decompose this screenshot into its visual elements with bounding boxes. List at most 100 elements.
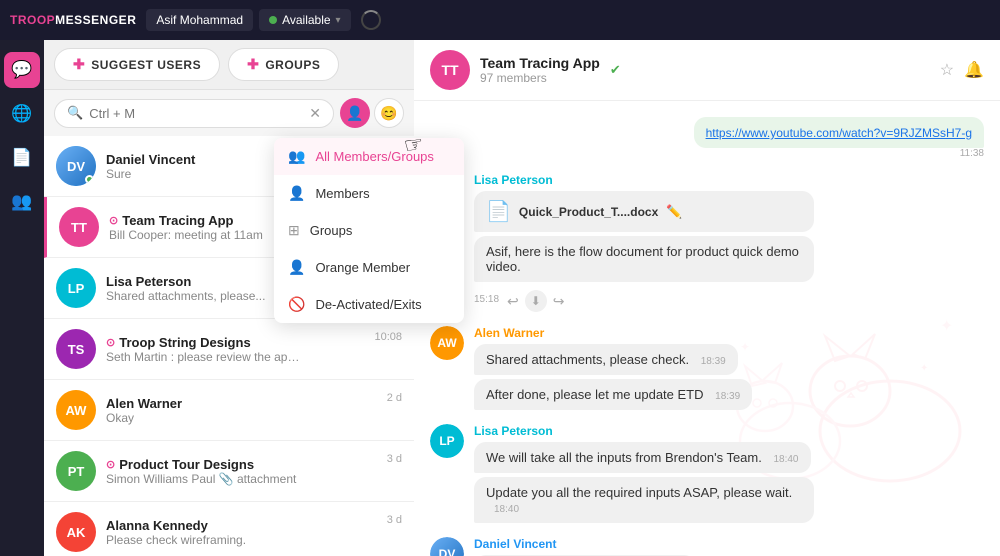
logo-troop: TROOP [10, 13, 55, 27]
dropdown-orange-label: Orange Member [315, 260, 410, 275]
groups-button[interactable]: ✚ GROUPS [228, 48, 339, 81]
suggest-users-label: SUGGEST USERS [91, 58, 201, 72]
avatar: AK [56, 512, 96, 552]
file-bubble: 📄 Quick_Product_T....docx ✏️ [474, 191, 814, 232]
dropdown-item-members[interactable]: 👤 Members [274, 175, 464, 212]
chat-panel: TT Team Tracing App 97 members ✔ ☆ 🔔 [414, 40, 1000, 556]
conversation-time: 3 d [387, 514, 402, 526]
search-bar: 🔍 ✕ 👤 😊 👥 All Members/Groups 👤 Members [44, 90, 414, 136]
group-icon: ⊙ [106, 336, 115, 349]
search-filter-buttons: 👤 😊 [340, 98, 404, 128]
message-link[interactable]: https://www.youtube.com/watch?v=9RJZMSsH… [706, 126, 972, 140]
dropdown-item-deactivated[interactable]: 🚫 De-Activated/Exits [274, 286, 464, 323]
dropdown-groups-label: Groups [310, 223, 353, 238]
conversation-name: ⊙ Product Tour Designs [106, 457, 381, 472]
message-group: https://www.youtube.com/watch?v=9RJZMSsH… [430, 117, 984, 159]
star-icon[interactable]: ☆ [940, 60, 954, 80]
sidebar-item-files[interactable]: 📄 [4, 140, 40, 176]
list-item[interactable]: PT ⊙ Product Tour Designs Simon Williams… [44, 441, 414, 502]
logo: TROOP MESSENGER [10, 13, 136, 27]
list-item[interactable]: AK Alanna Kennedy Please check wireframi… [44, 502, 414, 556]
conversation-time: 10:08 [374, 331, 402, 343]
deactivated-icon: 🚫 [288, 296, 305, 313]
chat-group-name: Team Tracing App [480, 55, 600, 71]
plus-icon: ✚ [73, 56, 85, 73]
message-group: DV Daniel Vincent ok. is this happening … [430, 537, 984, 556]
conversation-time: 2 d [387, 392, 402, 404]
topbar-user[interactable]: Asif Mohammad [146, 9, 253, 31]
conversation-preview: Simon Williams Paul 📎 attachment [106, 472, 306, 486]
dropdown-item-groups[interactable]: ⊞ Groups [274, 212, 464, 249]
dropdown-members-label: Members [315, 186, 369, 201]
message-time: 15:18 [474, 294, 499, 305]
download-icon[interactable]: ⬇ [525, 290, 547, 312]
sender-name: Daniel Vincent [474, 537, 696, 551]
dropdown-item-orange[interactable]: 👤 Orange Member [274, 249, 464, 286]
avatar: LP [430, 424, 464, 458]
conversation-preview: Seth Martin : please review the app desi… [106, 350, 306, 364]
avatar: PT [56, 451, 96, 491]
conversation-name: Alen Warner [106, 396, 381, 411]
conversation-preview: Please check wireframing. [106, 533, 306, 547]
message-time: 11:38 [960, 148, 984, 159]
sidebar-item-contacts[interactable]: 👥 [4, 184, 40, 220]
verified-icon: ✔ [610, 62, 621, 78]
message-content: Lisa Peterson 📄 Quick_Product_T....docx … [474, 173, 814, 312]
sidebar-item-chat[interactable]: 💬 [4, 52, 40, 88]
logo-messenger: MESSENGER [55, 13, 136, 27]
action-bar: ✚ SUGGEST USERS ✚ GROUPS [44, 40, 414, 90]
conversation-name: Alanna Kennedy [106, 518, 381, 533]
avatar: AW [430, 326, 464, 360]
message-time: 18:39 [701, 356, 726, 367]
message-actions: ↩ ⬇ ↪ [507, 290, 564, 312]
icon-sidebar: 💬 🌐 📄 👥 [0, 40, 44, 556]
chat-messages: ✦ ✦ ✦ https://www.youtube.com/watch?v=9R… [414, 101, 1000, 556]
groups-label: GROUPS [265, 58, 320, 72]
sender-name: Alen Warner [474, 326, 984, 340]
group-icon: ⊙ [106, 458, 115, 471]
message-content: Lisa Peterson We will take all the input… [474, 424, 984, 523]
suggest-users-button[interactable]: ✚ SUGGEST USERS [54, 48, 220, 81]
message-group: AW Alen Warner Shared attachments, pleas… [430, 326, 984, 410]
group-icon: ⊙ [109, 214, 118, 227]
conversation-name: ⊙ Troop String Designs [106, 335, 368, 350]
dropdown-item-all[interactable]: 👥 All Members/Groups [274, 138, 464, 175]
conversation-info: ⊙ Troop String Designs Seth Martin : ple… [106, 335, 368, 364]
sender-name: Lisa Peterson [474, 173, 814, 187]
sender-name: Lisa Peterson [474, 424, 984, 438]
conversation-info: ⊙ Product Tour Designs Simon Williams Pa… [106, 457, 381, 486]
status-label: Available [282, 13, 330, 27]
message-bubble: Asif, here is the flow document for prod… [474, 236, 814, 282]
message-bubble: We will take all the inputs from Brendon… [474, 442, 811, 473]
filter-emoji-button[interactable]: 😊 [374, 98, 404, 128]
clear-search-icon[interactable]: ✕ [309, 105, 321, 122]
chat-group-info: Team Tracing App 97 members [480, 55, 600, 85]
list-item[interactable]: AW Alen Warner Okay 2 d [44, 380, 414, 441]
edit-icon[interactable]: ✏️ [666, 204, 682, 220]
dropdown-all-label: All Members/Groups [315, 149, 433, 164]
topbar-status[interactable]: Available ▾ [259, 9, 351, 31]
chat-member-count: 97 members [480, 71, 600, 85]
search-input[interactable] [89, 106, 303, 121]
message-bubble: https://www.youtube.com/watch?v=9RJZMSsH… [694, 117, 984, 148]
avatar: TS [56, 329, 96, 369]
message-group: LP Lisa Peterson We will take all the in… [430, 424, 984, 523]
message-group: LP Lisa Peterson 📄 Quick_Product_T....do… [430, 173, 984, 312]
conversation-time: 3 d [387, 453, 402, 465]
filter-members-button[interactable]: 👤 [340, 98, 370, 128]
chat-header: TT Team Tracing App 97 members ✔ ☆ 🔔 [414, 40, 1000, 101]
avatar: AW [56, 390, 96, 430]
groups-icon: ⊞ [288, 222, 300, 239]
reply-icon[interactable]: ↩ [507, 293, 519, 310]
chat-action-buttons: ☆ 🔔 [940, 60, 984, 80]
sidebar-item-explore[interactable]: 🌐 [4, 96, 40, 132]
conversation-info: Alanna Kennedy Please check wireframing. [106, 518, 381, 547]
message-time: 18:40 [494, 504, 519, 515]
list-item[interactable]: TS ⊙ Troop String Designs Seth Martin : … [44, 319, 414, 380]
mute-icon[interactable]: 🔔 [964, 60, 984, 80]
search-icon: 🔍 [67, 105, 83, 121]
file-icon: 📄 [486, 199, 511, 224]
avatar: LP [56, 268, 96, 308]
topbar: TROOP MESSENGER Asif Mohammad Available … [0, 0, 1000, 40]
forward-icon[interactable]: ↪ [553, 293, 565, 310]
